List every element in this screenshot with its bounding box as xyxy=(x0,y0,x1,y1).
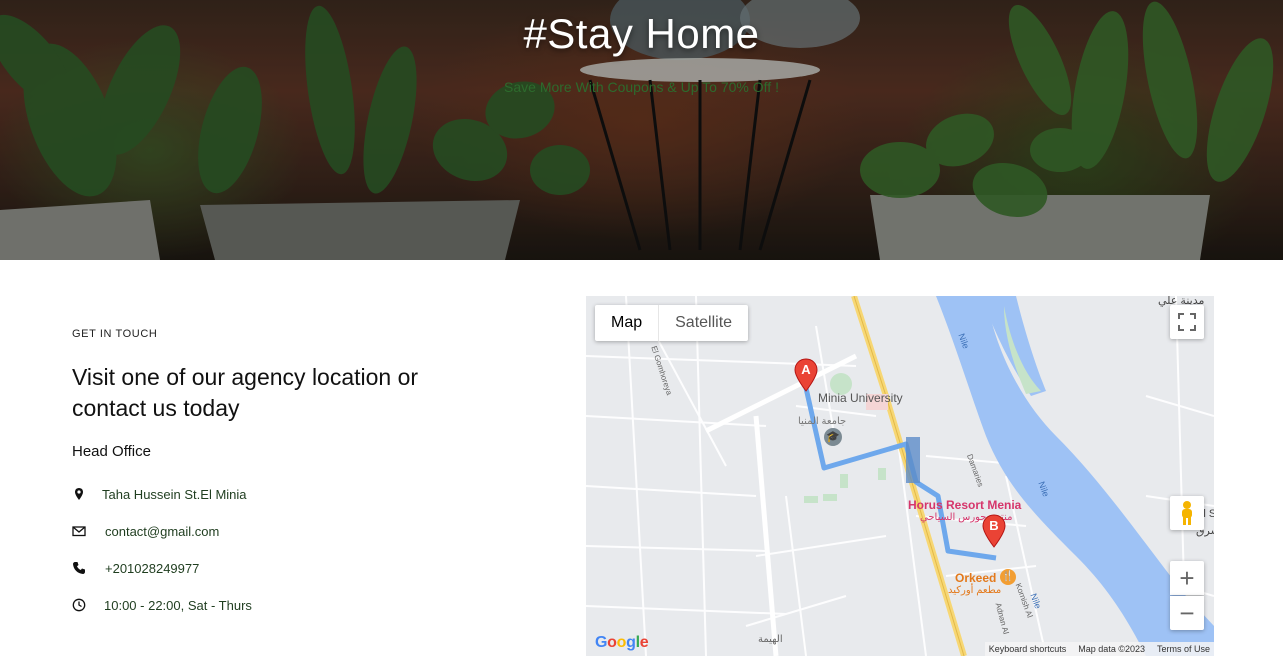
fullscreen-button[interactable] xyxy=(1170,305,1204,339)
hero-subtitle: Save More With Coupons & Up To 70% Off ! xyxy=(504,79,779,95)
map-label-district: الهيمة xyxy=(758,634,783,645)
map-attribution-bar: Keyboard shortcuts Map data ©2023 Terms … xyxy=(984,642,1214,656)
map-label-university[interactable]: Minia University xyxy=(818,392,903,405)
office-label: Head Office xyxy=(72,443,151,460)
phone-icon xyxy=(72,561,86,575)
marker-a[interactable]: A xyxy=(793,358,819,397)
map-data-text: Map data ©2023 xyxy=(1078,644,1145,654)
keyboard-shortcuts-link[interactable]: Keyboard shortcuts xyxy=(989,644,1067,654)
map-label-restaurant-ar: مطعم أوركيد xyxy=(948,585,1002,596)
zoom-in-button[interactable]: + xyxy=(1170,561,1204,595)
hours-text: 10:00 - 22:00, Sat - Thurs xyxy=(104,597,252,613)
map-label-university-ar: جامعة المنيا xyxy=(798,416,847,427)
envelope-icon xyxy=(72,524,86,538)
street-view-button[interactable] xyxy=(1170,496,1204,530)
fullscreen-icon xyxy=(1178,313,1196,331)
map-type-satellite-button[interactable]: Satellite xyxy=(658,305,748,341)
restaurant-icon[interactable]: 🍴 xyxy=(1000,569,1016,585)
address-row: Taha Hussein St.El Minia xyxy=(72,484,247,504)
marker-a-label: A xyxy=(801,362,811,377)
section-eyebrow: GET IN TOUCH xyxy=(72,328,158,340)
google-map[interactable]: Minia University جامعة المنيا 🎓 Horus Re… xyxy=(586,296,1214,656)
map-label-restaurant[interactable]: Orkeed xyxy=(955,571,996,585)
map-type-map-button[interactable]: Map xyxy=(595,305,658,341)
zoom-out-button[interactable]: − xyxy=(1170,596,1204,630)
hero-title: #Stay Home xyxy=(523,10,760,57)
phone-link[interactable]: +201028249977 xyxy=(105,561,199,576)
map-canvas[interactable] xyxy=(586,296,1214,656)
section-headline: Visit one of our agency location or cont… xyxy=(72,364,419,421)
hero-banner: #Stay Home Save More With Coupons & Up T… xyxy=(0,0,1283,260)
address-text: Taha Hussein St.El Minia xyxy=(102,486,247,502)
school-icon[interactable]: 🎓 xyxy=(824,428,842,446)
map-label-resort[interactable]: Horus Resort Menia xyxy=(908,498,1021,512)
email-row: contact@gmail.com xyxy=(72,521,219,541)
terms-link[interactable]: Terms of Use xyxy=(1157,644,1210,654)
pegman-icon xyxy=(1182,501,1192,525)
marker-b[interactable]: B xyxy=(981,514,1007,553)
hours-row: 10:00 - 22:00, Sat - Thurs xyxy=(72,595,252,615)
clock-icon xyxy=(72,598,86,612)
location-pin-icon xyxy=(72,487,86,501)
google-logo: Google xyxy=(595,634,649,651)
map-type-control: Map Satellite xyxy=(595,305,749,341)
marker-b-label: B xyxy=(989,518,999,533)
email-link[interactable]: contact@gmail.com xyxy=(105,524,219,539)
phone-row: +201028249977 xyxy=(72,558,199,578)
